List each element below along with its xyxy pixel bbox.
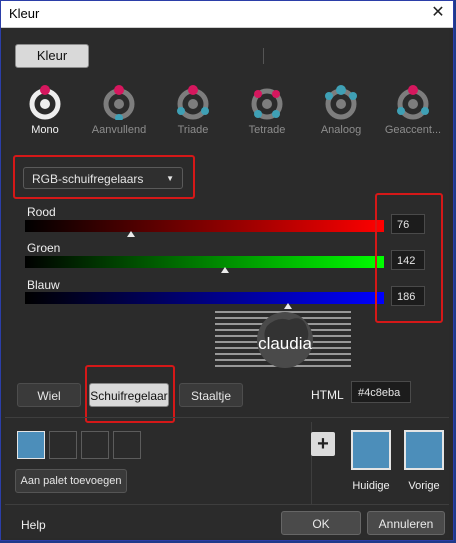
scheme-complementary[interactable]: Aanvullend (83, 84, 155, 136)
toolbar-separator (263, 48, 264, 64)
cancel-button[interactable]: Annuleren (367, 511, 445, 535)
ok-button[interactable]: OK (281, 511, 361, 535)
green-slider[interactable] (25, 256, 384, 273)
palette-swatch[interactable] (49, 431, 77, 459)
dialog-body: Kleur Mono Aanvullend Triade Tetrade Ana… (5, 28, 449, 538)
scheme-mono[interactable]: Mono (9, 84, 81, 136)
scheme-analogous[interactable]: Analoog (305, 84, 377, 136)
color-tab-button[interactable]: Kleur (15, 44, 89, 68)
title-bar: Kleur ✕ (1, 1, 453, 28)
mono-scheme-icon (29, 85, 61, 120)
green-slider-label: Groen (27, 241, 61, 255)
section-divider (5, 417, 449, 418)
red-value-field[interactable]: 76 (391, 214, 425, 234)
red-slider-label: Rood (27, 205, 56, 219)
scheme-label: Analoog (320, 124, 362, 136)
claudia-watermark: claudia (215, 311, 351, 368)
chevron-down-icon: ▼ (166, 174, 174, 183)
previous-color-label: Vorige (408, 480, 440, 492)
red-slider-thumb[interactable] (127, 231, 135, 237)
blue-value-field[interactable]: 186 (391, 286, 425, 306)
color-dialog: Kleur ✕ Kleur Mono Aanvullend Triade Tet… (0, 0, 454, 541)
previous-color-swatch[interactable] (404, 430, 444, 470)
html-label: HTML (311, 388, 344, 402)
watermark-text: claudia (258, 334, 312, 353)
scheme-triad[interactable]: Triade (157, 84, 229, 136)
footer-divider (5, 504, 449, 505)
scheme-tetrad[interactable]: Tetrade (231, 84, 303, 136)
green-slider-thumb[interactable] (221, 267, 229, 273)
close-icon[interactable]: ✕ (429, 4, 447, 22)
scheme-accented[interactable]: Geaccent... (377, 84, 449, 136)
blue-slider-label: Blauw (27, 278, 60, 292)
html-hex-input[interactable]: #4c8eba (351, 381, 411, 403)
color-mode-dropdown[interactable]: RGB-schuifregelaars ▼ (23, 167, 183, 189)
green-value-field[interactable]: 142 (391, 250, 425, 270)
scheme-label: Aanvullend (91, 124, 147, 136)
complementary-scheme-icon (103, 85, 135, 120)
triad-scheme-icon (177, 85, 209, 120)
current-color-label: Huidige (352, 480, 390, 492)
palette-swatch[interactable] (113, 431, 141, 459)
tab-slider[interactable]: Schuifregelaar (89, 383, 169, 407)
tab-swatch[interactable]: Staaltje (179, 383, 243, 407)
dropdown-value: RGB-schuifregelaars (32, 172, 144, 186)
red-slider[interactable] (25, 220, 384, 237)
tetrad-scheme-icon (251, 88, 283, 120)
current-color-swatch (351, 430, 391, 470)
palette-swatch[interactable] (81, 431, 109, 459)
scheme-label: Mono (31, 124, 59, 136)
palette-swatch[interactable] (17, 431, 45, 459)
scheme-label: Tetrade (248, 124, 286, 136)
window-title: Kleur (9, 6, 40, 21)
analogous-scheme-icon (325, 85, 357, 120)
scheme-label: Triade (177, 124, 209, 136)
plus-icon[interactable]: + (311, 432, 335, 456)
add-to-palette-button[interactable]: Aan palet toevoegen (15, 469, 127, 493)
help-link[interactable]: Help (21, 518, 46, 532)
tab-wheel[interactable]: Wiel (17, 383, 81, 407)
scheme-label: Geaccent... (384, 124, 442, 136)
blue-slider[interactable] (25, 292, 384, 309)
accented-scheme-icon (397, 85, 429, 120)
